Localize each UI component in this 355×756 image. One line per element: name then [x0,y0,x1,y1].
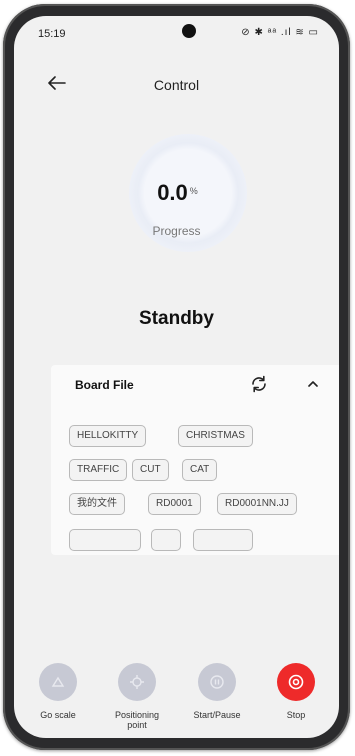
positioning-icon [118,663,156,701]
page-title: Control [153,77,200,93]
scale-icon [39,663,77,701]
file-chip[interactable]: TRAFFIC [69,459,128,481]
action-label: Go scale [40,710,76,720]
status-bar: 15:19 ⊘ ✱ ᵃᵃ .ıl ≋ ▭ [14,16,339,46]
file-chip[interactable]: 我的文件 [69,493,125,515]
file-chip[interactable]: HELLOKITTY [69,425,147,447]
stop-button[interactable]: Stop [264,663,328,720]
camera-hole [182,24,196,38]
progress-value: 0.0% [14,180,339,206]
action-label: Start/Pause [193,710,241,720]
chevron-up-icon[interactable] [304,375,322,393]
progress-unit: % [189,186,198,196]
file-chip-partial[interactable] [151,529,181,551]
app-screen: 15:19 ⊘ ✱ ᵃᵃ .ıl ≋ ▭ Control 0.0% Progre… [14,16,339,738]
file-chip[interactable]: CUT [132,459,169,481]
machine-state: Standby [139,308,214,329]
app-bar: Control [14,68,339,104]
positioning-point-button[interactable]: Positioning point [105,663,169,730]
start-pause-button[interactable]: Start/Pause [185,663,249,720]
file-chip[interactable]: CHRISTMAS [178,425,253,447]
stop-icon [277,663,315,701]
go-scale-button[interactable]: Go scale [26,663,90,720]
board-file-card: Board File HELLOKITTY CHRISTMAS TRAFFIC … [51,365,339,555]
board-file-title: Board File [75,378,134,392]
action-label: Stop [286,710,306,720]
status-time: 15:19 [38,28,66,40]
action-bar: Go scale Positioning point Start/Pause S… [14,652,339,738]
file-chip[interactable]: RD0001NN.JJ [217,493,297,515]
status-icons: ⊘ ✱ ᵃᵃ .ıl ≋ ▭ [241,27,319,38]
progress-label: Progress [152,224,201,238]
phone-frame: 15:19 ⊘ ✱ ᵃᵃ .ıl ≋ ▭ Control 0.0% Progre… [3,4,350,750]
file-chip[interactable]: CAT [182,459,218,481]
file-chip-partial[interactable] [69,529,141,551]
refresh-icon[interactable] [248,373,270,395]
file-chip[interactable]: RD0001 [148,493,201,515]
progress-number: 0.0 [157,180,188,205]
file-chip-partial[interactable] [193,529,253,551]
play-pause-icon [198,663,236,701]
action-label: Positioning point [114,710,160,730]
